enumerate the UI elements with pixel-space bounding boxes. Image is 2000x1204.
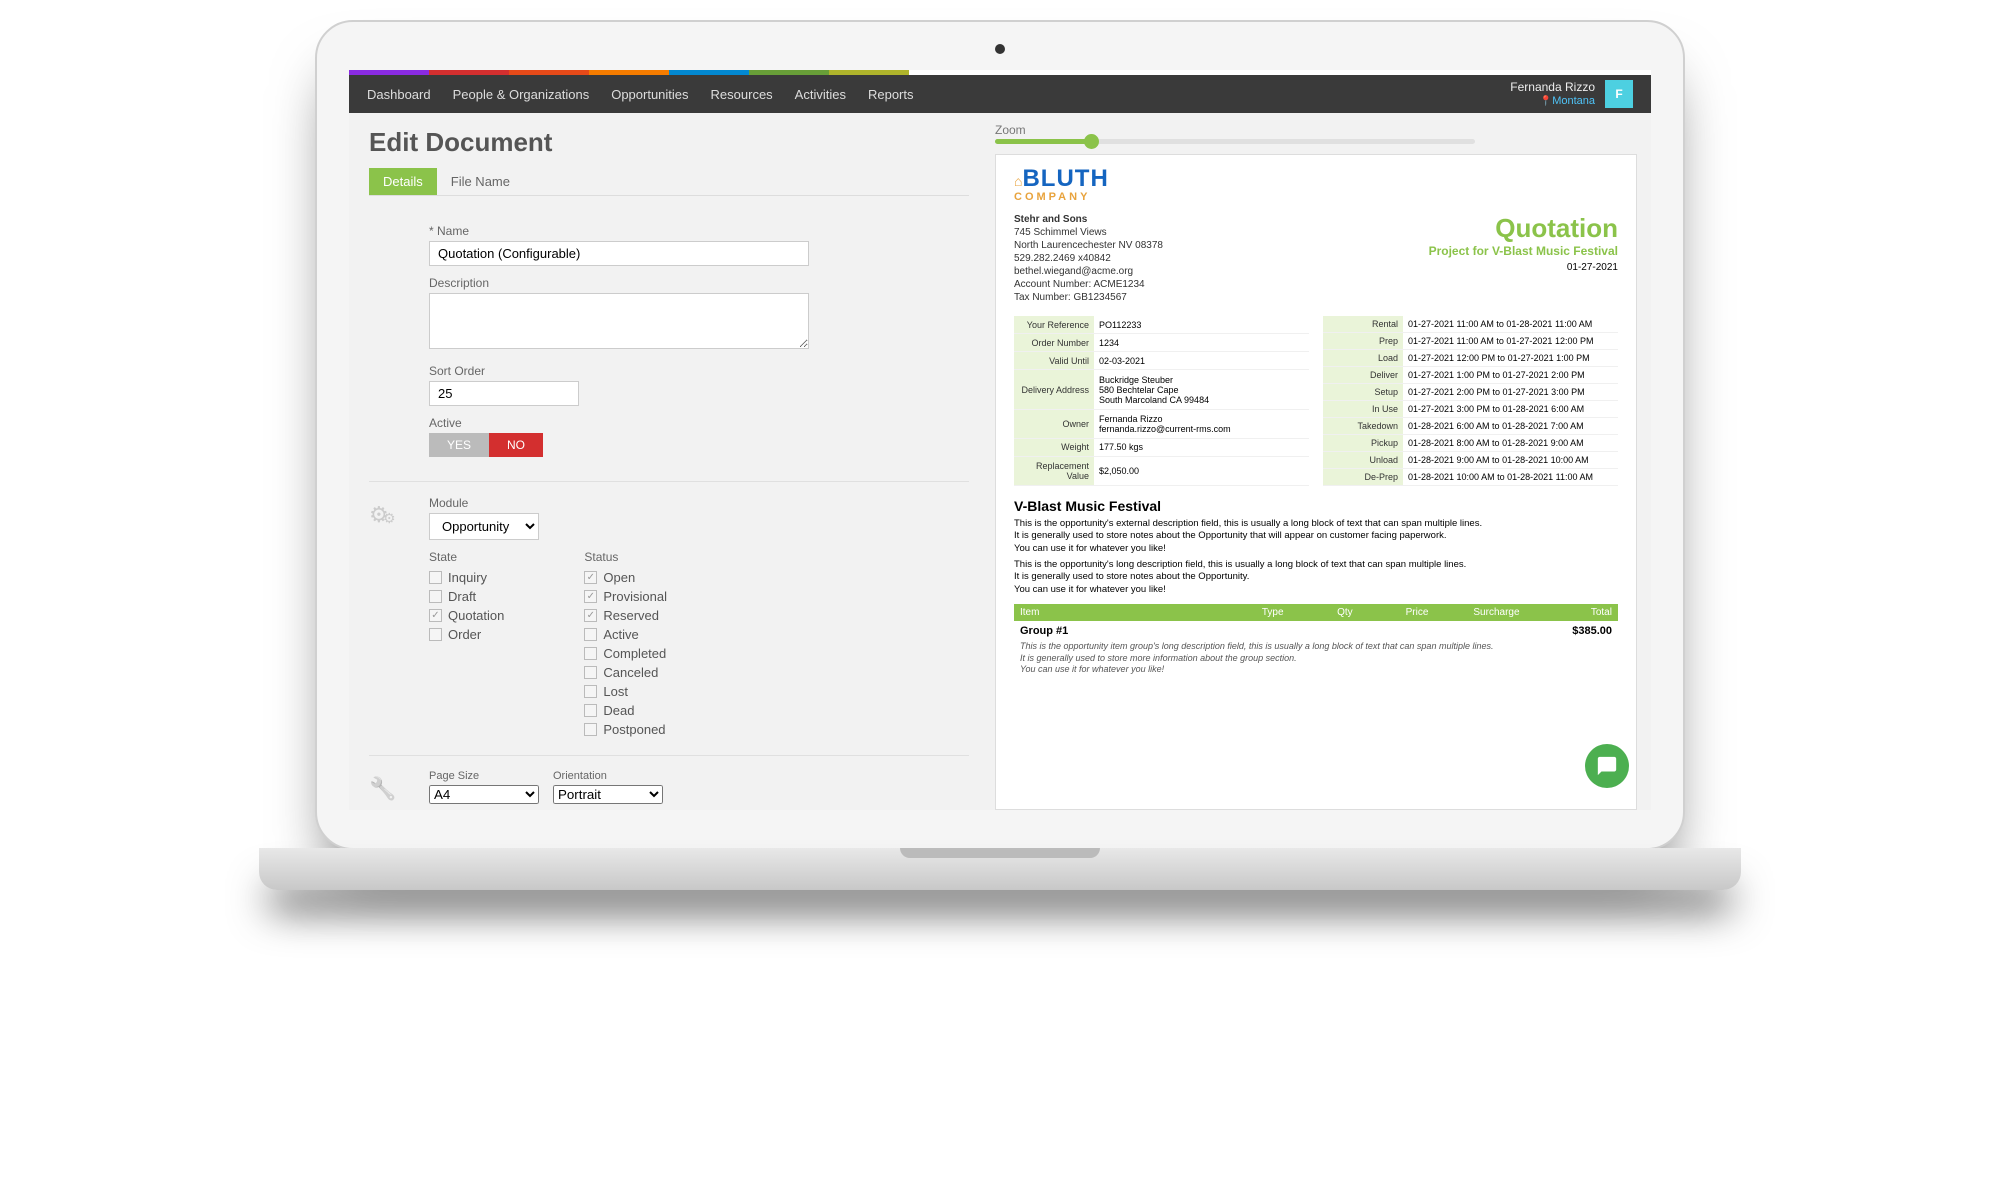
checkbox-draft[interactable]: Draft	[429, 589, 504, 604]
checkbox-box[interactable]	[429, 590, 442, 603]
name-input[interactable]	[429, 241, 809, 266]
checkbox-quotation[interactable]: Quotation	[429, 608, 504, 623]
orientation-label: Orientation	[553, 770, 663, 782]
checkbox-label: Dead	[603, 703, 634, 718]
checkbox-label: Inquiry	[448, 570, 487, 585]
nav-activities[interactable]: Activities	[795, 87, 846, 102]
checkbox-provisional[interactable]: Provisional	[584, 589, 667, 604]
checkbox-box[interactable]	[429, 571, 442, 584]
page-size-select[interactable]: A4	[429, 785, 539, 804]
name-label: * Name	[429, 224, 969, 238]
checkbox-open[interactable]: Open	[584, 570, 667, 585]
zoom-slider[interactable]	[995, 139, 1475, 144]
checkbox-label: Order	[448, 627, 481, 642]
checkbox-label: Reserved	[603, 608, 659, 623]
checkbox-box[interactable]	[429, 609, 442, 622]
zoom-thumb[interactable]	[1084, 134, 1099, 149]
checkbox-label: Provisional	[603, 589, 667, 604]
checkbox-box[interactable]	[584, 704, 597, 717]
checkbox-lost[interactable]: Lost	[584, 684, 667, 699]
checkbox-box[interactable]	[584, 647, 597, 660]
checkbox-box[interactable]	[584, 685, 597, 698]
toggle-yes[interactable]: YES	[429, 433, 489, 457]
checkbox-label: Active	[603, 627, 638, 642]
status-header: Status	[584, 550, 667, 564]
checkbox-label: Completed	[603, 646, 666, 661]
toggle-no[interactable]: NO	[489, 433, 543, 457]
checkbox-active[interactable]: Active	[584, 627, 667, 642]
gear-icon	[369, 496, 429, 741]
nav-dashboard[interactable]: Dashboard	[367, 87, 431, 102]
sort-label: Sort Order	[429, 364, 969, 378]
checkbox-box[interactable]	[584, 571, 597, 584]
page-title: Edit Document	[369, 127, 969, 158]
checkbox-inquiry[interactable]: Inquiry	[429, 570, 504, 585]
doc-date: 01-27-2021	[1429, 262, 1618, 273]
desc-textarea[interactable]	[429, 293, 809, 349]
company-address: Stehr and Sons 745 Schimmel Views North …	[1014, 213, 1163, 304]
checkbox-dead[interactable]: Dead	[584, 703, 667, 718]
logo: ⌂BLUTH COMPANY	[1014, 167, 1618, 203]
checkbox-box[interactable]	[429, 628, 442, 641]
document-preview: ⌂BLUTH COMPANY Stehr and Sons 745 Schimm…	[995, 154, 1637, 810]
state-column: State Inquiry Draft Quotation Order	[429, 550, 504, 741]
group-row: Group #1 $385.00	[1014, 621, 1618, 641]
status-column: Status Open Provisional Reserved Active Comp…	[584, 550, 667, 741]
checkbox-completed[interactable]: Completed	[584, 646, 667, 661]
camera-dot	[995, 44, 1005, 54]
tab-details[interactable]: Details	[369, 168, 437, 195]
checkbox-label: Postponed	[603, 722, 665, 737]
nav-opportunities[interactable]: Opportunities	[611, 87, 688, 102]
checkbox-box[interactable]	[584, 666, 597, 679]
checkbox-box[interactable]	[584, 590, 597, 603]
page-size-label: Page Size	[429, 770, 539, 782]
checkbox-box[interactable]	[584, 628, 597, 641]
checkbox-postponed[interactable]: Postponed	[584, 722, 667, 737]
checkbox-label: Canceled	[603, 665, 658, 680]
wrench-icon	[369, 770, 429, 810]
nav-reports[interactable]: Reports	[868, 87, 914, 102]
checkbox-label: Quotation	[448, 608, 504, 623]
info-grid-right: Rental01-27-2021 11:00 AM to 01-28-2021 …	[1323, 316, 1618, 486]
checkbox-reserved[interactable]: Reserved	[584, 608, 667, 623]
active-toggle[interactable]: YES NO	[429, 433, 969, 457]
orientation-select[interactable]: Portrait	[553, 785, 663, 804]
nav-user[interactable]: Fernanda Rizzo	[1510, 80, 1595, 94]
tab-file-name[interactable]: File Name	[437, 168, 524, 195]
sort-input[interactable]	[429, 381, 579, 406]
module-label: Module	[429, 496, 969, 510]
checkbox-label: Lost	[603, 684, 628, 699]
checkbox-box[interactable]	[584, 609, 597, 622]
info-grid-left: Your ReferencePO112233Order Number1234Va…	[1014, 316, 1309, 486]
event-desc-2: This is the opportunity's long descripti…	[1014, 559, 1618, 596]
checkbox-canceled[interactable]: Canceled	[584, 665, 667, 680]
checkbox-box[interactable]	[584, 723, 597, 736]
checkbox-order[interactable]: Order	[429, 627, 504, 642]
nav-resources[interactable]: Resources	[711, 87, 773, 102]
avatar[interactable]: F	[1605, 80, 1633, 108]
checkbox-label: Draft	[448, 589, 476, 604]
nav-location[interactable]: Montana	[1510, 95, 1595, 108]
group-desc: This is the opportunity item group's lon…	[1014, 641, 1618, 676]
tabs: Details File Name	[369, 168, 969, 196]
doc-title: Quotation	[1429, 213, 1618, 244]
nav-people[interactable]: People & Organizations	[453, 87, 590, 102]
event-desc-1: This is the opportunity's external descr…	[1014, 518, 1618, 555]
chat-icon[interactable]	[1585, 744, 1629, 788]
desc-label: Description	[429, 276, 969, 290]
doc-subtitle: Project for V-Blast Music Festival	[1429, 244, 1618, 258]
module-select[interactable]: Opportunity	[429, 513, 539, 540]
item-table-header: Item Type Qty Price Surcharge Total	[1014, 604, 1618, 621]
top-nav: Dashboard People & Organizations Opportu…	[349, 75, 1651, 113]
active-label: Active	[429, 416, 969, 430]
checkbox-label: Open	[603, 570, 635, 585]
state-header: State	[429, 550, 504, 564]
event-title: V-Blast Music Festival	[1014, 498, 1618, 514]
section-icon-blank	[369, 224, 429, 467]
